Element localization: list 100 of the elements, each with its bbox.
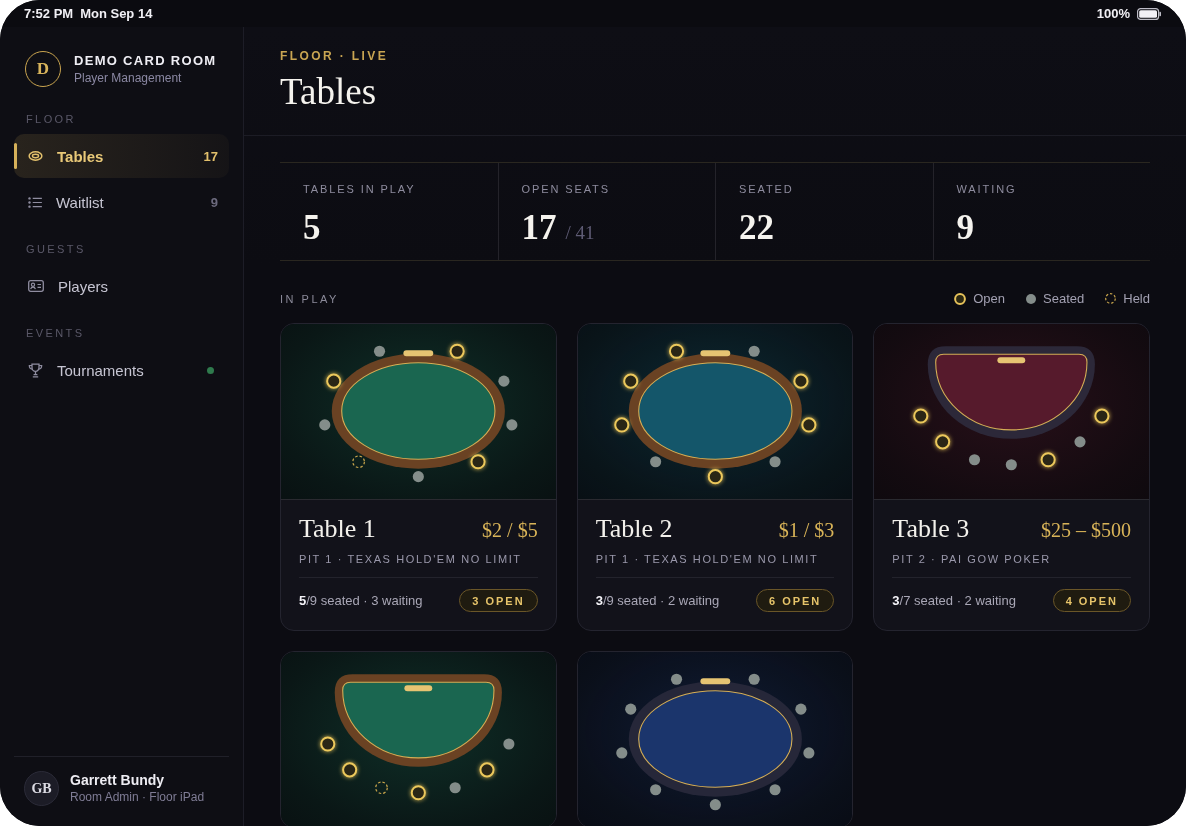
game-label: PIT 1 · TEXAS HOLD'EM NO LIMIT	[595, 552, 820, 566]
brand-name: DEMO CARD ROOM	[74, 52, 217, 69]
oval-table-icon	[28, 151, 43, 161]
seat-summary: 3/7 seated · 2 waiting	[892, 593, 1016, 608]
battery-percent: 100%	[1096, 6, 1130, 21]
legend-label: Held	[1123, 291, 1150, 306]
table-name: Table 3	[892, 515, 970, 543]
seat-dot-icon[interactable]	[769, 456, 781, 468]
table-card[interactable]: Table 2 $1 / $3 PIT 1 · TEXAS HOLD'EM NO LIMIT 3/9 seated · 2 waiting 6 OPEN	[576, 323, 854, 631]
stat-value: 5	[303, 208, 321, 248]
nav-count: 17	[203, 148, 218, 164]
nav-count: 9	[210, 194, 218, 210]
game-label: PIT 1 · TEXAS HOLD'EM NO LIMIT	[299, 552, 523, 566]
seat-ring-icon[interactable]	[622, 373, 638, 389]
seat-dot-icon[interactable]	[1074, 436, 1086, 448]
nav-section-title: GUESTS	[25, 242, 87, 256]
brand-subtitle: Player Management	[74, 70, 183, 86]
table-card[interactable]	[280, 651, 557, 826]
seat-ring-icon[interactable]	[326, 373, 342, 389]
seat-ring-icon[interactable]	[668, 343, 684, 359]
table-card[interactable]	[576, 651, 854, 826]
status-time: 7:52 PM	[24, 6, 74, 21]
section-title: IN PLAY	[280, 292, 339, 305]
seat-dot-icon[interactable]	[624, 703, 636, 715]
seat-dot-icon[interactable]	[748, 673, 760, 685]
user-name: Garrett Bundy	[70, 772, 166, 789]
seat-ring-icon[interactable]	[913, 408, 929, 424]
seat-ring-icon[interactable]	[1040, 452, 1057, 468]
seat-ring-icon[interactable]	[613, 417, 629, 433]
trophy-icon	[28, 362, 43, 378]
nav-item[interactable]: Players	[14, 264, 229, 308]
seat-dot-icon[interactable]	[769, 784, 781, 796]
seat-ring-icon[interactable]	[342, 762, 358, 778]
seat-dot-icon[interactable]	[1006, 459, 1018, 471]
status-date: Mon Sep 14	[80, 6, 153, 21]
stat-label: TABLES IN PLAY	[303, 182, 417, 196]
table-name: Table 1	[299, 515, 376, 543]
user-avatar[interactable]: GB	[24, 771, 59, 806]
stat-value: 17	[521, 208, 557, 248]
table-name: Table 2	[595, 515, 673, 543]
seat-ring-icon[interactable]	[320, 736, 336, 752]
seat-summary: 5/9 seated · 3 waiting	[299, 593, 423, 608]
table-card[interactable]: Table 3 $25 – $500 PIT 2 · PAI GOW POKER 3/7 seated · 2 waiting 4 OPEN	[873, 323, 1150, 631]
seat-summary: 3/9 seated · 2 waiting	[595, 593, 720, 608]
game-label: PIT 2 · PAI GOW POKER	[892, 552, 1052, 566]
seat-dashed-ring-icon[interactable]	[352, 455, 365, 469]
seat-dot-icon[interactable]	[373, 345, 386, 357]
seat-dot-icon[interactable]	[498, 375, 510, 387]
nav-item[interactable]: Waitlist 9	[14, 180, 229, 224]
seat-ring-icon[interactable]	[470, 454, 486, 470]
nav-section-title: FLOOR	[25, 112, 77, 126]
seat-ring-icon[interactable]	[793, 373, 809, 389]
stakes-label: $1 / $3	[778, 518, 835, 543]
seat-ring-icon[interactable]	[800, 417, 817, 433]
seat-dot-icon[interactable]	[649, 456, 661, 468]
user-role: Room Admin · Floor iPad	[70, 790, 205, 805]
seat-dot-icon[interactable]	[649, 784, 661, 796]
dealer-tray	[997, 357, 1026, 364]
stat-value: 22	[739, 208, 774, 248]
seat-dot-icon	[1026, 293, 1037, 304]
seat-dot-icon[interactable]	[449, 782, 461, 794]
seat-dot-icon[interactable]	[670, 673, 682, 685]
legend-label: Seated	[1043, 291, 1085, 306]
seat-dashed-ring-icon[interactable]	[375, 781, 388, 795]
seat-dot-icon[interactable]	[795, 703, 807, 715]
dealer-tray	[403, 350, 434, 357]
seat-ring-icon[interactable]	[707, 469, 723, 485]
seat-dot-icon[interactable]	[506, 419, 518, 431]
list-icon	[28, 196, 42, 208]
seat-dot-icon[interactable]	[748, 345, 760, 357]
nav-item[interactable]: Tables 17	[14, 134, 229, 178]
seat-dot-icon[interactable]	[503, 738, 515, 750]
table-card[interactable]: Table 1 $2 / $5 PIT 1 · TEXAS HOLD'EM NO LIMIT 5/9 seated · 3 waiting 3 OPEN	[280, 323, 557, 631]
stat-label: WAITING	[956, 182, 1018, 196]
seat-dashed-ring-icon	[1105, 293, 1117, 304]
seat-dot-icon[interactable]	[319, 419, 331, 431]
stat-total: / 41	[565, 222, 595, 244]
seat-ring-icon[interactable]	[410, 785, 426, 801]
seat-dot-icon[interactable]	[802, 747, 815, 759]
nav-section-title: EVENTS	[25, 326, 86, 340]
dealer-tray	[700, 350, 730, 357]
seat-dot-icon[interactable]	[969, 454, 981, 466]
page-eyebrow: FLOOR · LIVE	[280, 49, 390, 63]
open-seats-badge: 4 OPEN	[1052, 589, 1131, 612]
seat-dot-icon[interactable]	[709, 799, 721, 811]
seat-ring-icon[interactable]	[935, 434, 951, 450]
legend-label: Open	[973, 291, 1006, 306]
stat-label: SEATED	[739, 182, 795, 196]
stat-value: 9	[956, 208, 974, 248]
seat-ring-icon	[954, 292, 967, 305]
stat-label: OPEN SEATS	[521, 182, 611, 196]
stakes-label: $25 – $500	[1041, 518, 1131, 543]
seat-ring-icon[interactable]	[449, 343, 465, 359]
stakes-label: $2 / $5	[482, 518, 538, 543]
seat-ring-icon[interactable]	[1094, 408, 1110, 424]
seat-dot-icon[interactable]	[615, 747, 627, 759]
seat-dot-icon[interactable]	[412, 471, 424, 483]
open-seats-badge: 3 OPEN	[459, 589, 538, 612]
nav-item[interactable]: Tournaments	[14, 348, 229, 392]
seat-ring-icon[interactable]	[479, 762, 495, 778]
